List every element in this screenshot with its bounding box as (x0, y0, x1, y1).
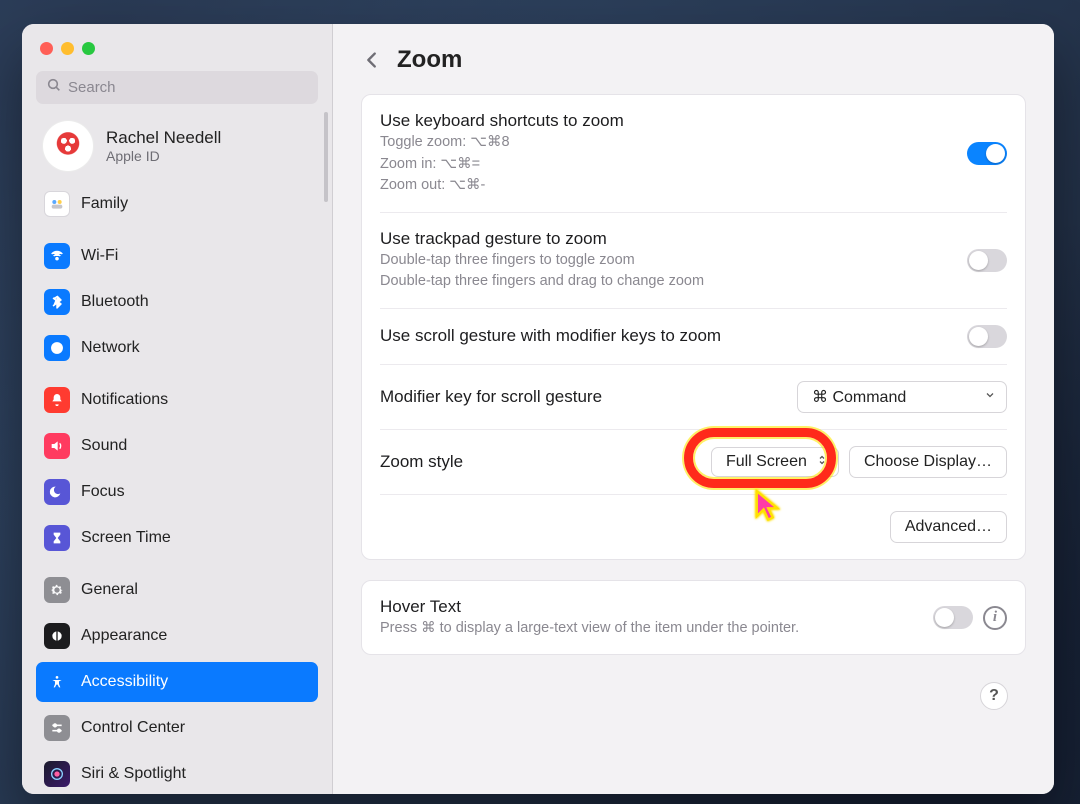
window-controls (36, 36, 318, 65)
sidebar-item-general[interactable]: General (36, 570, 318, 610)
sidebar-item-bluetooth[interactable]: Bluetooth (36, 282, 318, 322)
modifier-key-select[interactable]: ⌘ Command (797, 381, 1007, 413)
sidebar-item-label: Siri & Spotlight (81, 765, 186, 783)
row-title: Use trackpad gesture to zoom (380, 229, 704, 249)
fullscreen-window-button[interactable] (82, 42, 95, 55)
apple-id-row[interactable]: Rachel Needell Apple ID (36, 110, 318, 178)
sidebar-item-accessibility[interactable]: Accessibility (36, 662, 318, 702)
user-name: Rachel Needell (106, 128, 221, 148)
row-sub: Zoom out: ⌥⌘- (380, 176, 624, 196)
appearance-icon (44, 623, 70, 649)
close-window-button[interactable] (40, 42, 53, 55)
sidebar-item-label: Appearance (81, 627, 167, 645)
row-zoom-style: Zoom style Full Screen Choose Display… (380, 430, 1007, 495)
wifi-icon (44, 243, 70, 269)
sidebar-item-label: Bluetooth (81, 293, 149, 311)
row-hover-text: Hover Text Press ⌘ to display a large-te… (380, 581, 1007, 655)
sidebar-item-label: Screen Time (81, 529, 171, 547)
row-modifier-key: Modifier key for scroll gesture ⌘ Comman… (380, 365, 1007, 430)
scroll-gesture-toggle[interactable] (967, 325, 1007, 348)
sidebar-item-focus[interactable]: Focus (36, 472, 318, 512)
network-icon (44, 335, 70, 361)
sidebar-item-label: Network (81, 339, 140, 357)
sidebar-item-network[interactable]: Network (36, 328, 318, 368)
search-icon (46, 77, 62, 98)
row-sub: Press ⌘ to display a large-text view of … (380, 619, 799, 639)
sidebar-item-control-center[interactable]: Control Center (36, 708, 318, 748)
sidebar-item-family[interactable]: Family (36, 184, 318, 224)
bell-icon (44, 387, 70, 413)
row-sub: Toggle zoom: ⌥⌘8 (380, 133, 624, 153)
moon-icon (44, 479, 70, 505)
select-value: Full Screen (726, 453, 807, 471)
sidebar-item-siri-spotlight[interactable]: Siri & Spotlight (36, 754, 318, 794)
sidebar-item-wifi[interactable]: Wi-Fi (36, 236, 318, 276)
sliders-icon (44, 715, 70, 741)
row-sub: Double-tap three fingers to toggle zoom (380, 251, 704, 271)
row-title: Zoom style (380, 452, 463, 472)
row-title: Use keyboard shortcuts to zoom (380, 111, 624, 131)
info-icon[interactable]: i (983, 606, 1007, 630)
row-keyboard-shortcuts: Use keyboard shortcuts to zoom Toggle zo… (380, 95, 1007, 213)
chevron-down-icon (984, 388, 996, 406)
gear-icon (44, 577, 70, 603)
row-sub: Zoom in: ⌥⌘= (380, 155, 624, 175)
zoom-style-select[interactable]: Full Screen (711, 447, 839, 477)
sidebar-item-label: Family (81, 195, 128, 213)
sidebar: Rachel Needell Apple ID Family Wi-Fi Blu… (22, 24, 333, 794)
sidebar-item-sound[interactable]: Sound (36, 426, 318, 466)
row-title: Modifier key for scroll gesture (380, 387, 602, 407)
sidebar-item-label: Control Center (81, 719, 185, 737)
keyboard-shortcuts-toggle[interactable] (967, 142, 1007, 165)
sidebar-item-screen-time[interactable]: Screen Time (36, 518, 318, 558)
system-settings-window: Rachel Needell Apple ID Family Wi-Fi Blu… (22, 24, 1054, 794)
chevron-updown-icon (816, 453, 828, 471)
advanced-button[interactable]: Advanced… (890, 511, 1007, 543)
search-input[interactable] (68, 79, 308, 96)
sidebar-item-label: General (81, 581, 138, 599)
avatar (42, 120, 94, 172)
choose-display-button[interactable]: Choose Display… (849, 446, 1007, 478)
help-button[interactable]: ? (980, 682, 1008, 710)
row-advanced: Advanced… (380, 495, 1007, 559)
trackpad-gesture-toggle[interactable] (967, 249, 1007, 272)
hover-text-toggle[interactable] (933, 606, 973, 629)
content-header: Zoom (361, 38, 1026, 94)
page-title: Zoom (397, 46, 462, 74)
sidebar-scrollbar[interactable] (324, 112, 328, 202)
sidebar-item-label: Accessibility (81, 673, 168, 691)
zoom-settings-panel: Use keyboard shortcuts to zoom Toggle zo… (361, 94, 1026, 560)
select-value: ⌘ Command (812, 387, 906, 407)
back-button[interactable] (361, 49, 383, 71)
content-pane: Zoom Use keyboard shortcuts to zoom Togg… (333, 24, 1054, 794)
family-icon (44, 191, 70, 217)
minimize-window-button[interactable] (61, 42, 74, 55)
sidebar-item-label: Notifications (81, 391, 168, 409)
sidebar-item-notifications[interactable]: Notifications (36, 380, 318, 420)
user-sub: Apple ID (106, 148, 221, 164)
accessibility-icon (44, 669, 70, 695)
row-title: Hover Text (380, 597, 799, 617)
row-scroll-gesture: Use scroll gesture with modifier keys to… (380, 309, 1007, 365)
sidebar-item-label: Sound (81, 437, 127, 455)
row-sub: Double-tap three fingers and drag to cha… (380, 272, 704, 292)
hourglass-icon (44, 525, 70, 551)
sidebar-item-label: Focus (81, 483, 125, 501)
row-title: Use scroll gesture with modifier keys to… (380, 326, 721, 346)
hover-text-panel: Hover Text Press ⌘ to display a large-te… (361, 580, 1026, 656)
search-field[interactable] (36, 71, 318, 104)
speaker-icon (44, 433, 70, 459)
sidebar-item-label: Wi-Fi (81, 247, 118, 265)
sidebar-item-appearance[interactable]: Appearance (36, 616, 318, 656)
siri-icon (44, 761, 70, 787)
bluetooth-icon (44, 289, 70, 315)
row-trackpad-gesture: Use trackpad gesture to zoom Double-tap … (380, 213, 1007, 309)
